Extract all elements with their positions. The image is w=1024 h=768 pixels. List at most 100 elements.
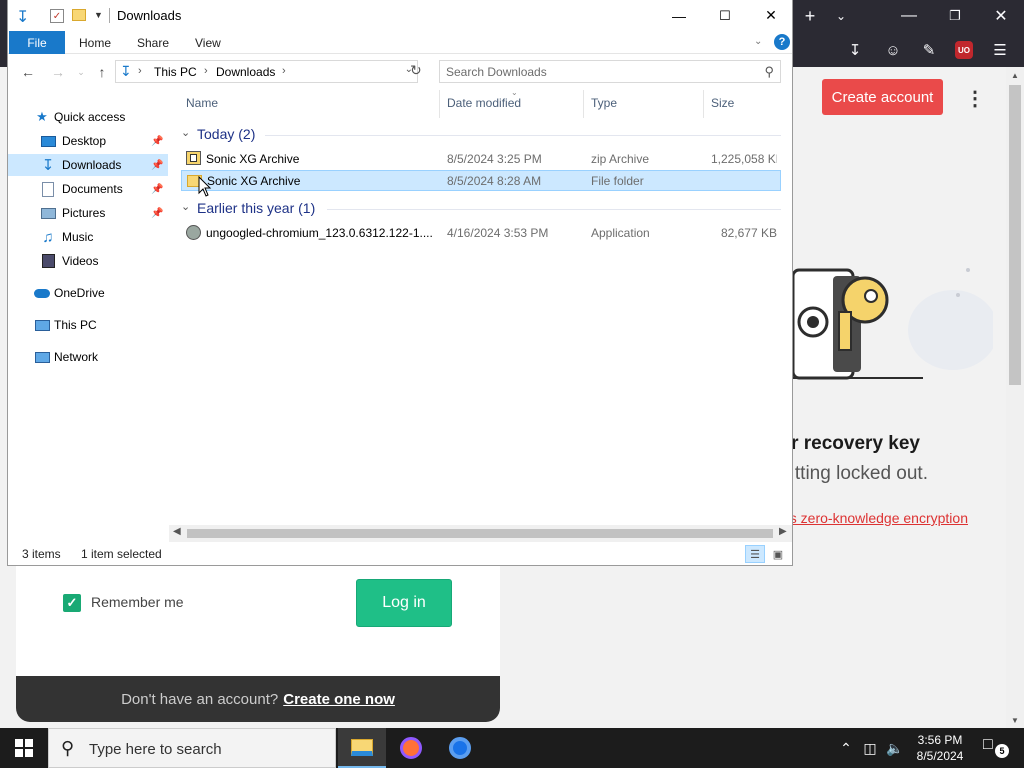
address-bar[interactable]: ↧ › This PC › Downloads › ⌄ (115, 60, 418, 83)
scroll-thumb[interactable] (1009, 85, 1021, 385)
details-view-icon[interactable]: ☰ (745, 545, 765, 563)
titlebar-separator (109, 8, 110, 23)
scroll-down-arrow-icon[interactable]: ▼ (1006, 712, 1024, 728)
search-icon: ⚲ (61, 738, 75, 758)
sidebar-item-videos[interactable]: Videos (8, 250, 168, 272)
breadcrumb-separator[interactable]: › (138, 65, 142, 77)
breadcrumb-this-pc[interactable]: This PC (154, 65, 197, 79)
tab-view[interactable]: View (195, 36, 221, 50)
sidebar-item-documents[interactable]: Documents 📌 (8, 178, 168, 200)
sidebar-item-network[interactable]: Network (8, 346, 168, 368)
log-in-button[interactable]: Log in (356, 579, 452, 627)
pin-icon[interactable]: 📌 (151, 208, 163, 219)
account-icon[interactable]: ☺ (880, 38, 906, 62)
network-status-icon[interactable]: ◫ (860, 728, 880, 768)
create-one-now-link[interactable]: Create one now (283, 691, 395, 708)
scroll-thumb[interactable] (187, 529, 773, 538)
breadcrumb-separator[interactable]: › (282, 65, 286, 77)
group-collapse-chevron-icon[interactable]: ⌄ (181, 200, 190, 213)
search-box[interactable]: ⚲ (439, 60, 781, 83)
group-header-today[interactable]: Today (2) (197, 126, 255, 142)
column-header-type[interactable]: Type (591, 96, 617, 110)
windows-start-icon[interactable] (0, 728, 48, 768)
menu-icon[interactable]: ☰ (987, 38, 1013, 62)
file-row[interactable]: ungoogled-chromium_123.0.6312.122-1.... … (181, 223, 781, 244)
browser-close-button[interactable]: ✕ (978, 0, 1024, 32)
column-divider[interactable] (703, 90, 704, 118)
close-button[interactable]: ✕ (748, 0, 792, 31)
firefox-taskbar-icon[interactable] (387, 728, 435, 768)
tab-share[interactable]: Share (137, 36, 169, 50)
forward-arrow-icon[interactable]: → (48, 63, 68, 81)
window-title: Downloads (117, 8, 182, 23)
system-clock[interactable]: 3:56 PM 8/5/2024 (910, 732, 970, 764)
taskbar-search-box[interactable]: ⚲ Type here to search (48, 728, 336, 768)
ublock-icon[interactable]: UO (955, 41, 973, 59)
scroll-left-arrow-icon[interactable]: ◀ (173, 526, 181, 537)
sidebar-item-quick-access[interactable]: ★ Quick access (8, 106, 168, 128)
zero-knowledge-link[interactable]: s zero-knowledge encryption (793, 510, 1006, 530)
browser-minimize-button[interactable]: — (886, 0, 932, 32)
pin-icon[interactable]: 📌 (151, 160, 163, 171)
breadcrumb-downloads[interactable]: Downloads (216, 65, 275, 79)
browser-restore-button[interactable]: ❐ (932, 0, 978, 32)
large-icons-view-icon[interactable]: ▣ (768, 545, 788, 563)
column-divider[interactable] (583, 90, 584, 118)
volume-muted-icon[interactable]: 🔈 (884, 728, 906, 768)
tab-list-chevron-icon[interactable]: ⌄ (828, 0, 854, 32)
file-row[interactable]: Sonic XG Archive 8/5/2024 3:25 PM zip Ar… (181, 149, 781, 170)
help-icon[interactable]: ? (774, 34, 790, 50)
extensions-icon[interactable]: ✎ (916, 38, 942, 62)
quick-access-dropdown-icon[interactable]: ▼ (94, 10, 103, 20)
sidebar-item-this-pc[interactable]: This PC (8, 314, 168, 336)
remember-me-checkbox[interactable]: ✓ (63, 594, 81, 612)
signup-bar: Don't have an account? Create one now (16, 676, 500, 722)
search-input[interactable] (446, 64, 746, 79)
sidebar-item-music[interactable]: ♫ Music (8, 226, 168, 248)
scroll-up-arrow-icon[interactable]: ▲ (1006, 67, 1024, 83)
taskbar: ⚲ Type here to search ⌃ ◫ 🔈 3:56 PM 8/5/… (0, 728, 1024, 768)
maximize-button[interactable]: ☐ (702, 0, 748, 31)
recent-locations-chevron-icon[interactable]: ⌄ (71, 63, 91, 81)
group-header-earlier-this-year[interactable]: Earlier this year (1) (197, 200, 315, 216)
back-arrow-icon[interactable]: ← (18, 63, 38, 81)
sidebar-item-label: Desktop (62, 134, 107, 148)
search-icon[interactable]: ⚲ (764, 64, 774, 80)
properties-icon[interactable]: ✓ (50, 9, 64, 23)
column-header-name[interactable]: Name (186, 96, 218, 110)
download-icon[interactable]: ↧ (842, 38, 868, 62)
refresh-icon[interactable]: ↻ (410, 62, 422, 79)
kebab-menu-icon[interactable]: ⋮ (965, 86, 985, 110)
notification-center-icon[interactable]: □ 5 (983, 736, 1009, 760)
file-row[interactable]: Sonic XG Archive 8/5/2024 8:28 AM File f… (181, 170, 781, 191)
zip-icon (186, 151, 202, 167)
pin-icon[interactable]: 📌 (151, 184, 163, 195)
file-explorer-taskbar-icon[interactable] (338, 728, 386, 768)
column-header-size[interactable]: Size (711, 96, 734, 110)
sidebar-item-desktop[interactable]: Desktop 📌 (8, 130, 168, 152)
scroll-right-arrow-icon[interactable]: ▶ (779, 526, 787, 537)
up-arrow-icon[interactable]: ↑ (92, 63, 112, 81)
column-divider[interactable] (439, 90, 440, 118)
breadcrumb-separator[interactable]: › (204, 65, 208, 77)
sidebar-item-downloads[interactable]: ↧ Downloads 📌 (8, 154, 168, 176)
new-tab-button[interactable]: + (793, 0, 827, 32)
expand-ribbon-chevron-icon[interactable]: ⌄ (754, 36, 762, 47)
page-scrollbar[interactable]: ▲ ▼ (1006, 67, 1024, 728)
create-account-button[interactable]: Create account (822, 79, 943, 115)
group-collapse-chevron-icon[interactable]: ⌄ (181, 126, 190, 139)
tab-file[interactable]: File (9, 31, 65, 54)
pin-icon[interactable]: 📌 (151, 136, 163, 147)
column-header-date-modified[interactable]: Date modified (447, 96, 521, 110)
show-hidden-icons-chevron-icon[interactable]: ⌃ (836, 728, 856, 768)
minimize-button[interactable]: — (656, 0, 702, 31)
chromium-taskbar-icon[interactable] (436, 728, 484, 768)
sidebar-item-onedrive[interactable]: OneDrive (8, 282, 168, 304)
horizontal-scrollbar[interactable]: ◀ ▶ (169, 525, 792, 542)
selection-count: 1 item selected (81, 547, 162, 561)
sidebar-item-label: Network (54, 350, 99, 364)
tab-home[interactable]: Home (79, 36, 111, 50)
file-size: 82,677 KB (720, 226, 777, 240)
sidebar-item-pictures[interactable]: Pictures 📌 (8, 202, 168, 224)
new-folder-icon[interactable] (72, 9, 86, 21)
